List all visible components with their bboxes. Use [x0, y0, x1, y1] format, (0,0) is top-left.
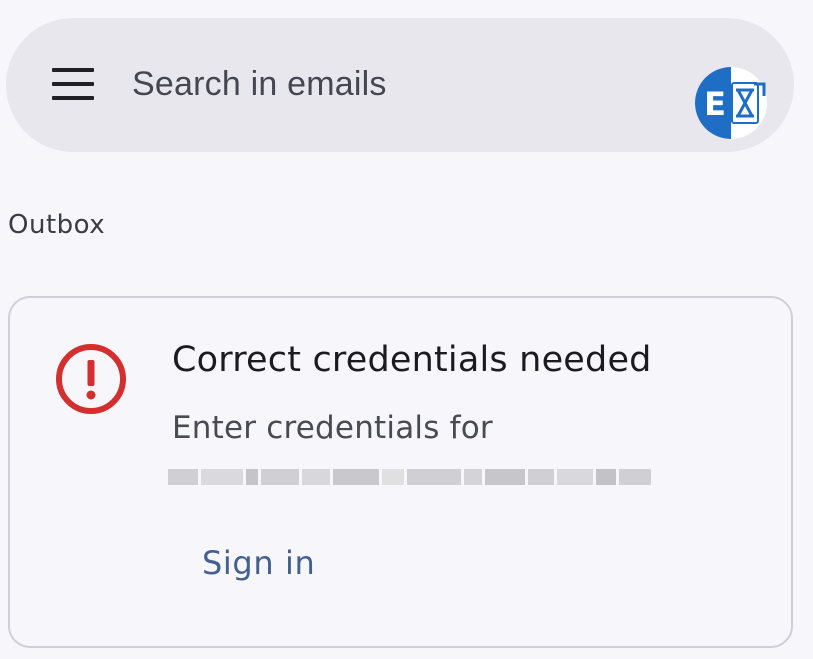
hamburger-menu-icon[interactable] — [52, 68, 96, 102]
redacted-email-address — [168, 458, 660, 496]
email-app-screen: Search in emails E Outbox Correct creden… — [0, 0, 813, 659]
search-input[interactable]: Search in emails — [132, 64, 387, 104]
credentials-alert-card: Correct credentials needed Enter credent… — [8, 296, 793, 648]
search-bar[interactable]: Search in emails E — [6, 18, 794, 152]
sign-in-button[interactable]: Sign in — [202, 544, 315, 582]
alert-body: Enter credentials for — [172, 410, 493, 446]
folder-title: Outbox — [8, 210, 106, 240]
alert-title: Correct credentials needed — [172, 340, 652, 380]
exchange-letter: E — [704, 85, 726, 123]
exchange-account-icon[interactable]: E — [694, 66, 768, 140]
error-exclamation-icon — [54, 342, 128, 416]
